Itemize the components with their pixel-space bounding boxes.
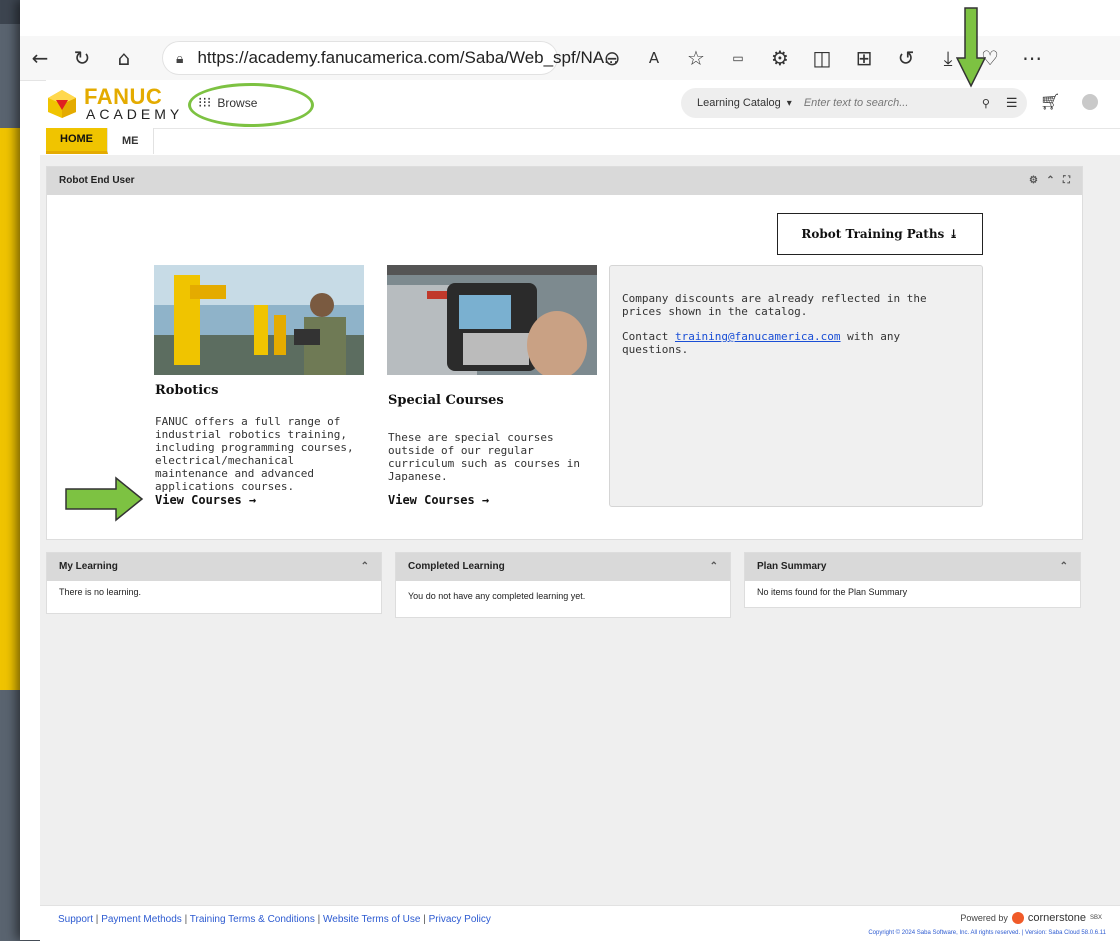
contact-note: Contact training@fanucamerica.com with a… bbox=[622, 330, 962, 356]
robot-end-user-panel: Robot End User ⚙ ⌃ ⛶ Robot Training Path… bbox=[46, 166, 1083, 540]
chevron-up-icon[interactable]: ⌃ bbox=[1046, 175, 1054, 186]
panel-message: You do not have any completed learning y… bbox=[408, 591, 586, 601]
logo-subtext: ACADEMY bbox=[86, 106, 184, 122]
browser-toolbar: ← ↻ ⌂ 🔒︎ https://academy.fanucamerica.co… bbox=[20, 36, 1120, 81]
chevron-up-icon[interactable]: ⌃ bbox=[1060, 553, 1068, 581]
search-input[interactable]: Enter text to search... bbox=[804, 97, 974, 109]
footer: Support | Payment Methods | Training Ter… bbox=[40, 905, 1120, 941]
support-link[interactable]: Support bbox=[58, 914, 93, 925]
history-icon[interactable]: ↺ bbox=[892, 44, 920, 72]
special-courses-image bbox=[387, 265, 597, 375]
robotics-description: FANUC offers a full range of industrial … bbox=[155, 415, 354, 493]
favorite-icon[interactable]: ☆ bbox=[682, 44, 710, 72]
split-screen-icon[interactable]: ◫ bbox=[808, 44, 836, 72]
cornerstone-brand: cornerstone bbox=[1027, 912, 1086, 924]
panel-message: No items found for the Plan Summary bbox=[757, 587, 908, 597]
panel-header: Plan Summary ⌃ bbox=[745, 553, 1080, 581]
info-box: Company discounts are already reflected … bbox=[609, 265, 983, 507]
robotics-title: Robotics bbox=[155, 383, 219, 398]
home-icon[interactable]: ⌂ bbox=[110, 44, 138, 72]
fanuc-logo-icon bbox=[48, 90, 76, 118]
panel-title: My Learning bbox=[59, 561, 118, 572]
read-aloud-icon[interactable]: A bbox=[640, 44, 668, 72]
annotation-arrow-right bbox=[65, 476, 144, 522]
contact-prefix: Contact bbox=[622, 330, 675, 343]
robotics-image bbox=[154, 265, 364, 375]
search-bar: Learning Catalog ▾ Enter text to search.… bbox=[681, 88, 1027, 118]
annotation-arrow-down bbox=[956, 7, 986, 88]
annotation-circle bbox=[188, 83, 314, 127]
robotics-view-courses-link[interactable]: View Courses → bbox=[155, 493, 256, 507]
zoom-out-icon[interactable]: ⊖ bbox=[598, 44, 626, 72]
copyright: Copyright © 2024 Saba Software, Inc. All… bbox=[868, 930, 1106, 936]
download-icon: ⤓ bbox=[948, 227, 959, 241]
email-link[interactable]: training@fanucamerica.com bbox=[675, 330, 841, 343]
special-courses-title: Special Courses bbox=[388, 393, 504, 408]
back-icon[interactable]: ← bbox=[26, 44, 54, 72]
powered-by: Powered by cornerstone SBX bbox=[960, 912, 1102, 924]
special-courses-view-courses-link[interactable]: View Courses → bbox=[388, 493, 489, 507]
footer-links: Support | Payment Methods | Training Ter… bbox=[58, 914, 491, 925]
search-icon[interactable]: ⚲ bbox=[982, 97, 990, 110]
panel-header: My Learning ⌃ bbox=[47, 553, 381, 581]
brand-sub: SBX bbox=[1089, 915, 1102, 921]
panel-title: Completed Learning bbox=[408, 561, 505, 572]
website-terms-link[interactable]: Website Terms of Use bbox=[323, 914, 420, 925]
robot-training-paths-button[interactable]: Robot Training Paths ⤓ bbox=[777, 213, 983, 255]
panel-header: Completed Learning ⌃ bbox=[396, 553, 730, 581]
completed-learning-panel: Completed Learning ⌃ You do not have any… bbox=[395, 552, 731, 618]
panel-title: Robot End User bbox=[59, 175, 135, 186]
panel-title: Plan Summary bbox=[757, 561, 827, 572]
chevron-down-icon[interactable]: ▾ bbox=[787, 98, 792, 109]
filter-icon[interactable]: ☰ bbox=[1006, 95, 1018, 111]
panel-header: Robot End User ⚙ ⌃ ⛶ bbox=[47, 167, 1082, 195]
cornerstone-logo-icon bbox=[1011, 912, 1024, 924]
avatar[interactable] bbox=[1082, 94, 1098, 110]
powered-by-label: Powered by bbox=[960, 913, 1008, 923]
browser-actions: ⊖ A ☆ ▭ ⚙ ◫ ⊞ ↺ ⤓ ♡ ⋯ bbox=[598, 44, 1060, 72]
special-courses-description: These are special courses outside of our… bbox=[388, 431, 581, 483]
panel-message: There is no learning. bbox=[59, 587, 142, 597]
training-terms-link[interactable]: Training Terms & Conditions bbox=[190, 914, 315, 925]
collections-icon[interactable]: ⊞ bbox=[850, 44, 878, 72]
plan-summary-panel: Plan Summary ⌃ No items found for the Pl… bbox=[744, 552, 1081, 608]
panel-tools: ⚙ ⌃ ⛶ bbox=[1029, 167, 1070, 195]
refresh-icon[interactable]: ↻ bbox=[68, 44, 96, 72]
gear-icon[interactable]: ⚙ bbox=[1029, 175, 1038, 186]
search-category[interactable]: Learning Catalog bbox=[697, 97, 781, 109]
chevron-up-icon[interactable]: ⌃ bbox=[361, 553, 369, 581]
puzzle-icon[interactable]: ⚙ bbox=[766, 44, 794, 72]
cart-icon[interactable]: 🛒︎ bbox=[1040, 92, 1060, 112]
extension-icon[interactable]: ▭ bbox=[724, 44, 752, 72]
more-icon[interactable]: ⋯ bbox=[1018, 44, 1046, 72]
my-learning-panel: My Learning ⌃ There is no learning. bbox=[46, 552, 382, 614]
page-tabs: HOME ME bbox=[46, 128, 154, 154]
browser-window: ← ↻ ⌂ 🔒︎ https://academy.fanucamerica.co… bbox=[20, 0, 1120, 941]
lock-icon: 🔒︎ bbox=[176, 51, 184, 67]
chevron-up-icon[interactable]: ⌃ bbox=[710, 553, 718, 581]
paths-button-label: Robot Training Paths bbox=[801, 227, 945, 241]
discount-note: Company discounts are already reflected … bbox=[622, 292, 927, 318]
payment-methods-link[interactable]: Payment Methods bbox=[101, 914, 182, 925]
address-bar[interactable]: 🔒︎ https://academy.fanucamerica.com/Saba… bbox=[162, 41, 618, 75]
url-text[interactable]: https://academy.fanucamerica.com/Saba/We… bbox=[197, 48, 618, 68]
privacy-policy-link[interactable]: Privacy Policy bbox=[429, 914, 491, 925]
tab-me[interactable]: ME bbox=[108, 128, 154, 154]
tab-home[interactable]: HOME bbox=[46, 128, 108, 154]
expand-icon[interactable]: ⛶ bbox=[1063, 175, 1070, 186]
